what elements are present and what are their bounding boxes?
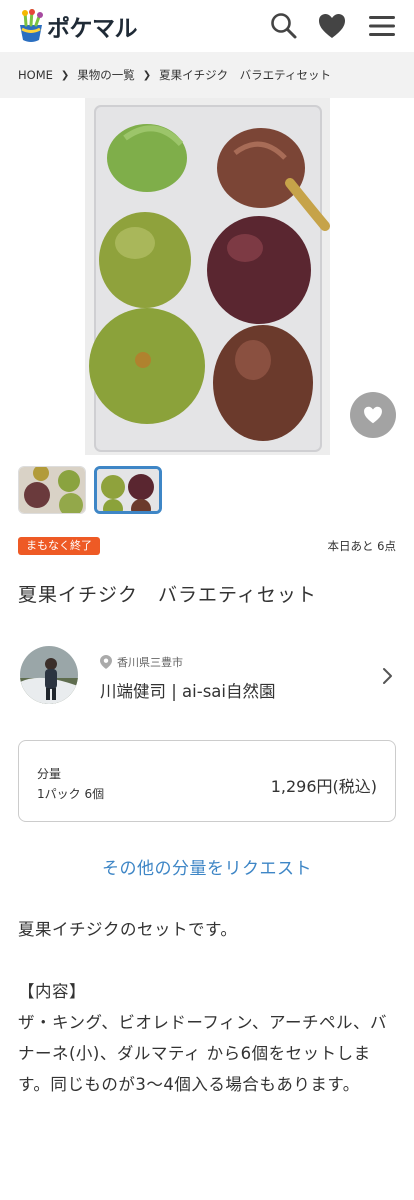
product-title: 夏果イチジク バラエティセット (18, 584, 317, 606)
price-value: 1,296円(税込) (270, 777, 377, 796)
breadcrumb: HOME ❯ 果物の一覧 ❯ 夏果イチジク バラエティセット (0, 52, 414, 98)
favorite-button[interactable] (350, 392, 396, 438)
logo-basket-icon (20, 9, 43, 42)
chevron-right-icon: ❯ (142, 69, 152, 81)
app-header: ポケマル (0, 0, 414, 52)
producer-location: 香川県三豊市 (100, 654, 183, 670)
breadcrumb-home[interactable]: HOME (18, 68, 53, 82)
thumbnail-1[interactable] (18, 466, 86, 514)
breadcrumb-current: 夏果イチジク バラエティセット (159, 68, 331, 82)
stock-remaining: 本日あと 6点 (327, 539, 396, 553)
chevron-right-icon (383, 668, 392, 684)
next-image-arrow[interactable] (374, 258, 404, 294)
location-text: 香川県三豊市 (117, 656, 183, 669)
product-description: 夏果イチジクのセットです。 【内容】 ザ・キング、ビオレドーフィン、アーチペル、… (18, 920, 388, 1094)
logo-text: ポケマル (47, 16, 138, 42)
search-icon[interactable] (268, 10, 300, 42)
chevron-right-icon: ❯ (60, 69, 70, 81)
status-badge: まもなく終了 (18, 537, 100, 555)
quantity-price-card[interactable]: 分量 1パック 6個 1,296円(税込) (18, 740, 396, 822)
heart-icon[interactable] (316, 10, 348, 42)
heart-icon (364, 406, 382, 424)
menu-icon[interactable] (366, 10, 398, 42)
product-photo[interactable] (85, 98, 330, 455)
avatar (20, 646, 78, 704)
quantity-value: 1パック 6個 (37, 787, 105, 801)
pocket-marche-logo[interactable]: ポケマル (16, 6, 138, 46)
thumbnail-2[interactable] (94, 466, 162, 514)
location-pin-icon (100, 655, 112, 669)
quantity-label: 分量 (37, 767, 62, 781)
prev-image-arrow[interactable] (10, 258, 40, 294)
breadcrumb-category[interactable]: 果物の一覧 (77, 67, 135, 83)
producer-name: 川端健司 | ai-sai自然園 (100, 682, 276, 701)
thumbnail-strip (18, 466, 162, 514)
product-gallery (0, 98, 414, 458)
request-quantity-link[interactable]: その他の分量をリクエスト (0, 854, 414, 879)
producer-link[interactable]: 香川県三豊市 川端健司 | ai-sai自然園 (18, 644, 396, 708)
